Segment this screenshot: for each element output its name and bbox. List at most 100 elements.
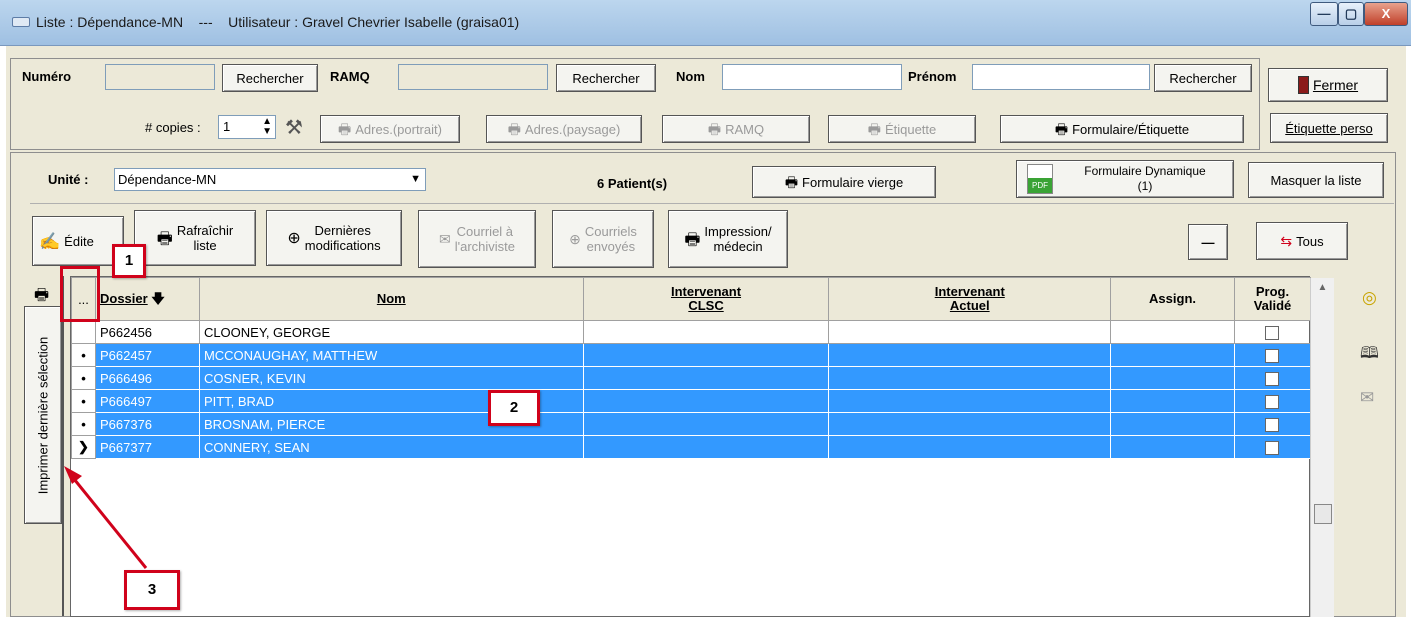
scroll-up-icon[interactable]: ▲	[1311, 282, 1334, 293]
ramq-print-button[interactable]: 🖶 RAMQ	[662, 115, 810, 143]
col-intervenant-actuel[interactable]: Intervenant Actuel	[828, 277, 1112, 321]
tous-button[interactable]: ⇆ Tous	[1256, 222, 1348, 260]
callout-3: 3	[124, 570, 180, 610]
rechercher-nom-button[interactable]: Rechercher	[1154, 64, 1252, 92]
dossier-cell[interactable]: P667377	[94, 435, 200, 459]
impression-medecin-button[interactable]: 🖶 Impression/médecin	[668, 210, 788, 268]
prenom-field[interactable]	[972, 64, 1150, 90]
masquer-liste-button[interactable]: Masquer la liste	[1248, 162, 1384, 198]
fermer-button[interactable]: Fermer	[1268, 68, 1388, 102]
prog-valide-cell[interactable]	[1233, 320, 1312, 344]
prog-valide-checkbox[interactable]	[1265, 440, 1280, 455]
adres-paysage-button[interactable]: 🖶 Adres.(paysage)	[486, 115, 642, 143]
collapse-button[interactable]: —	[1188, 224, 1228, 260]
intervenant-clsc-cell[interactable]	[582, 366, 830, 390]
row-indicator[interactable]	[71, 320, 96, 344]
assign-cell[interactable]	[1110, 435, 1235, 459]
intervenant-actuel-cell[interactable]	[828, 343, 1112, 367]
nom-cell[interactable]: COSNER, KEVIN	[198, 366, 584, 390]
spinner-arrows-icon[interactable]: ▲ ▼	[262, 117, 272, 137]
table-row[interactable]: ❯ P667377 CONNERY, SEAN	[71, 435, 1312, 459]
prog-valide-checkbox[interactable]	[1265, 348, 1280, 363]
table-row[interactable]: P662456 CLOONEY, GEORGE	[71, 320, 1312, 344]
etiquette-perso-button[interactable]: Étiquette perso	[1270, 113, 1388, 143]
intervenant-clsc-cell[interactable]	[582, 412, 830, 436]
dossier-cell[interactable]: P662457	[94, 343, 200, 367]
intervenant-actuel-cell[interactable]	[828, 435, 1112, 459]
prog-valide-cell[interactable]	[1233, 435, 1312, 459]
intervenant-actuel-cell[interactable]	[828, 366, 1112, 390]
table-row[interactable]: • P667376 BROSNAM, PIERCE	[71, 412, 1312, 436]
tools-icon[interactable]: ⚒	[285, 115, 303, 140]
assign-cell[interactable]	[1110, 320, 1235, 344]
row-indicator[interactable]: •	[71, 389, 96, 413]
numero-field[interactable]	[105, 64, 215, 90]
row-indicator[interactable]: •	[71, 412, 96, 436]
intervenant-clsc-cell[interactable]	[582, 343, 830, 367]
assign-cell[interactable]	[1110, 412, 1235, 436]
row-indicator[interactable]: •	[71, 343, 96, 367]
table-row[interactable]: • P666497 PITT, BRAD	[71, 389, 1312, 413]
intervenant-clsc-cell[interactable]	[582, 389, 830, 413]
close-button[interactable]: X	[1364, 2, 1408, 26]
stamp-icon[interactable]: ✉	[1360, 388, 1374, 408]
prog-valide-cell[interactable]	[1233, 343, 1312, 367]
copies-spinner[interactable]: 1 ▲ ▼	[218, 115, 276, 139]
col-intervenant-clsc[interactable]: Intervenant CLSC	[582, 277, 830, 321]
col-assign[interactable]: Assign.	[1110, 277, 1235, 321]
prog-valide-checkbox[interactable]	[1265, 371, 1280, 386]
ramq-field[interactable]	[398, 64, 548, 90]
imprimer-derniere-selection-tab[interactable]: Imprimer dernière sélection	[24, 306, 62, 524]
prog-valide-cell[interactable]	[1233, 412, 1312, 436]
rechercher-ramq-button[interactable]: Rechercher	[556, 64, 656, 92]
editer-button[interactable]: ✍ Édite	[32, 216, 124, 266]
disc-icon[interactable]: ◎	[1362, 288, 1377, 308]
formulaire-etiquette-button[interactable]: 🖶 Formulaire/Étiquette	[1000, 115, 1244, 143]
nom-cell[interactable]: CONNERY, SEAN	[198, 435, 584, 459]
dernieres-modifications-button[interactable]: ⊕ Dernières modifications	[266, 210, 402, 266]
maximize-button[interactable]: ▢	[1338, 2, 1364, 26]
assign-cell[interactable]	[1110, 389, 1235, 413]
prog-valide-cell[interactable]	[1233, 389, 1312, 413]
intervenant-actuel-cell[interactable]	[828, 320, 1112, 344]
table-row[interactable]: • P666496 COSNER, KEVIN	[71, 366, 1312, 390]
dossier-cell[interactable]: P666497	[94, 389, 200, 413]
col-dossier[interactable]: Dossier 🡇	[94, 277, 200, 321]
vertical-scrollbar[interactable]: ▲	[1310, 278, 1334, 617]
book-icon[interactable]: 🕮	[1360, 342, 1379, 369]
scroll-thumb[interactable]	[1314, 504, 1332, 524]
dossier-cell[interactable]: P666496	[94, 366, 200, 390]
col-nom[interactable]: Nom	[198, 277, 584, 321]
rafraichir-button[interactable]: 🖶 Rafraîchir liste	[134, 210, 256, 266]
printer-icon[interactable]: 🖶	[34, 284, 49, 311]
intervenant-actuel-cell[interactable]	[828, 412, 1112, 436]
assign-cell[interactable]	[1110, 366, 1235, 390]
unite-dropdown[interactable]: Dépendance-MN ▼	[114, 168, 426, 191]
table-row[interactable]: • P662457 MCCONAUGHAY, MATTHEW	[71, 343, 1312, 367]
nom-cell[interactable]: CLOONEY, GEORGE	[198, 320, 584, 344]
prog-valide-checkbox[interactable]	[1265, 417, 1280, 432]
minimize-button[interactable]: —	[1310, 2, 1338, 26]
prog-valide-checkbox[interactable]	[1265, 325, 1280, 340]
prog-valide-checkbox[interactable]	[1265, 394, 1280, 409]
dossier-cell[interactable]: P667376	[94, 412, 200, 436]
courriel-archiviste-button[interactable]: ✉ Courriel à l'archiviste	[418, 210, 536, 268]
row-indicator[interactable]: ❯	[71, 435, 96, 459]
chevron-down-icon[interactable]: ▼	[410, 169, 421, 190]
nom-field[interactable]	[722, 64, 902, 90]
etiquette-button[interactable]: 🖶 Étiquette	[828, 115, 976, 143]
col-prog-valide[interactable]: Prog. Validé	[1233, 277, 1312, 321]
nom-cell[interactable]: MCCONAUGHAY, MATTHEW	[198, 343, 584, 367]
dossier-cell[interactable]: P662456	[94, 320, 200, 344]
assign-cell[interactable]	[1110, 343, 1235, 367]
intervenant-clsc-cell[interactable]	[582, 320, 830, 344]
formulaire-dynamique-button[interactable]: PDF Formulaire Dynamique (1)	[1016, 160, 1234, 198]
intervenant-clsc-cell[interactable]	[582, 435, 830, 459]
intervenant-actuel-cell[interactable]	[828, 389, 1112, 413]
prog-valide-cell[interactable]	[1233, 366, 1312, 390]
row-indicator[interactable]: •	[71, 366, 96, 390]
rechercher-numero-button[interactable]: Rechercher	[222, 64, 318, 92]
formulaire-vierge-button[interactable]: 🖶 Formulaire vierge	[752, 166, 936, 198]
courriels-envoyes-button[interactable]: ⊕ Courriels envoyés	[552, 210, 654, 268]
adres-portrait-button[interactable]: 🖶 Adres.(portrait)	[320, 115, 460, 143]
